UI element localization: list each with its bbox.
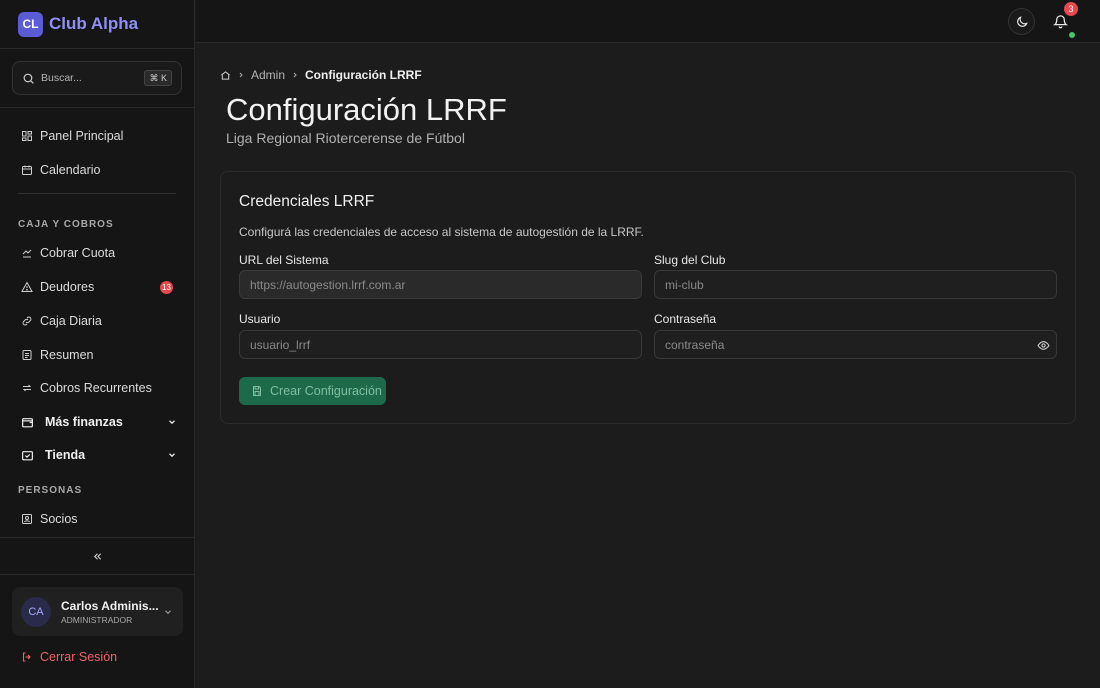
username-field-label: Usuario — [239, 312, 281, 326]
cash-icon — [21, 247, 33, 259]
create-config-button[interactable]: Crear Configuración — [239, 377, 386, 405]
sidebar-item-label: Caja Diaria — [40, 314, 102, 328]
section-title-personas: PERSONAS — [18, 485, 83, 496]
sidebar-item-cobros-recurrentes[interactable]: Cobros Recurrentes — [12, 373, 183, 403]
eye-icon[interactable] — [1037, 339, 1050, 352]
search-shortcut: ⌘ K — [144, 70, 172, 86]
sidebar-group-label: Tienda — [45, 448, 86, 462]
slug-field-label: Slug del Club — [654, 253, 726, 267]
sidebar-item-socios[interactable]: Socios — [12, 504, 183, 534]
password-field-placeholder: contraseña — [665, 337, 725, 352]
password-field[interactable]: contraseña — [654, 330, 1057, 359]
user-menu[interactable]: CA Carlos Adminis... ADMINISTRADOR — [12, 587, 183, 636]
wallet-icon — [21, 416, 34, 429]
online-status-dot — [1069, 32, 1075, 38]
sidebar-divider — [18, 193, 176, 194]
store-icon — [21, 449, 34, 462]
section-title-caja: CAJA Y COBROS — [18, 219, 114, 230]
main-content: Admin Configuración LRRF Configuración L… — [196, 43, 1100, 688]
url-field-label: URL del Sistema — [239, 253, 329, 267]
home-icon[interactable] — [220, 70, 231, 81]
sidebar-group-mas-finanzas[interactable]: Más finanzas — [12, 407, 183, 437]
search-placeholder: Buscar... — [41, 72, 82, 84]
sidebar-item-label: Resumen — [40, 348, 94, 362]
credentials-card: Credenciales LRRF Configurá las credenci… — [220, 171, 1076, 424]
user-name: Carlos Adminis... — [61, 598, 159, 613]
sidebar-item-caja-diaria[interactable]: Caja Diaria — [12, 306, 183, 336]
notification-count-badge: 3 — [1064, 2, 1078, 16]
slug-field[interactable]: mi-club — [654, 270, 1057, 299]
topbar: 3 — [196, 0, 1100, 43]
card-description: Configurá las credenciales de acceso al … — [239, 225, 644, 239]
sidebar-group-label: Más finanzas — [45, 415, 123, 429]
sidebar-item-panel-principal[interactable]: Panel Principal — [12, 121, 183, 151]
moon-icon — [1015, 15, 1029, 29]
page-title: Configuración LRRF — [226, 92, 507, 127]
sidebar-item-resumen[interactable]: Resumen — [12, 340, 183, 370]
chevron-right-icon — [291, 71, 299, 79]
sidebar: CL Club Alpha Buscar... ⌘ K Panel Princi… — [0, 0, 195, 688]
repeat-icon — [21, 382, 33, 394]
dashboard-icon — [21, 130, 33, 142]
logout-button[interactable]: Cerrar Sesión — [21, 650, 117, 664]
brand[interactable]: CL Club Alpha — [0, 0, 194, 49]
chevron-down-icon — [167, 417, 177, 427]
double-chevron-left-icon — [92, 551, 103, 562]
url-field[interactable]: https://autogestion.lrrf.com.ar — [239, 270, 642, 299]
slug-field-placeholder: mi-club — [665, 277, 704, 292]
chevron-down-icon — [167, 450, 177, 460]
create-config-label: Crear Configuración — [270, 384, 382, 398]
bell-icon — [1053, 14, 1068, 29]
username-field[interactable]: usuario_lrrf — [239, 330, 642, 359]
warning-icon — [21, 281, 33, 293]
password-field-label: Contraseña — [654, 312, 717, 326]
sidebar-group-tienda[interactable]: Tienda — [12, 440, 183, 470]
logout-icon — [21, 651, 33, 663]
sidebar-item-label: Deudores — [40, 280, 95, 294]
sidebar-item-label: Panel Principal — [40, 129, 124, 143]
sidebar-collapse-button[interactable] — [0, 537, 195, 575]
sidebar-item-deudores[interactable]: Deudores 13 — [12, 272, 183, 302]
deudores-count-badge: 13 — [160, 281, 173, 294]
search-input[interactable]: Buscar... ⌘ K — [12, 61, 182, 95]
member-icon — [21, 513, 33, 525]
theme-toggle-button[interactable] — [1008, 8, 1035, 35]
user-info: Carlos Adminis... ADMINISTRADOR — [61, 599, 159, 625]
sidebar-item-label: Calendario — [40, 163, 101, 177]
search-icon — [22, 72, 35, 85]
document-icon — [21, 349, 33, 361]
sidebar-item-label: Cobrar Cuota — [40, 246, 116, 260]
save-icon — [251, 385, 263, 397]
chevron-right-icon — [237, 71, 245, 79]
breadcrumb-current: Configuración LRRF — [305, 68, 422, 82]
brand-name: Club Alpha — [49, 14, 139, 33]
url-field-placeholder: https://autogestion.lrrf.com.ar — [250, 277, 406, 292]
sidebar-item-label: Cobros Recurrentes — [40, 381, 152, 395]
logout-label: Cerrar Sesión — [40, 650, 118, 664]
breadcrumb: Admin Configuración LRRF — [220, 68, 422, 82]
user-role: ADMINISTRADOR — [61, 614, 133, 625]
username-field-placeholder: usuario_lrrf — [250, 337, 311, 352]
search-container: Buscar... ⌘ K — [0, 49, 194, 108]
brand-logo: CL — [18, 11, 43, 37]
chevron-down-icon — [163, 607, 173, 617]
card-title: Credenciales LRRF — [239, 193, 375, 210]
link-icon — [21, 315, 33, 327]
breadcrumb-admin[interactable]: Admin — [251, 68, 285, 82]
sidebar-item-label: Socios — [40, 512, 78, 526]
sidebar-item-cobrar-cuota[interactable]: Cobrar Cuota — [12, 238, 183, 268]
calendar-icon — [21, 164, 33, 176]
page-subtitle: Liga Regional Riotercerense de Fútbol — [226, 130, 465, 146]
avatar: CA — [21, 596, 51, 627]
sidebar-item-calendario[interactable]: Calendario — [12, 155, 183, 185]
